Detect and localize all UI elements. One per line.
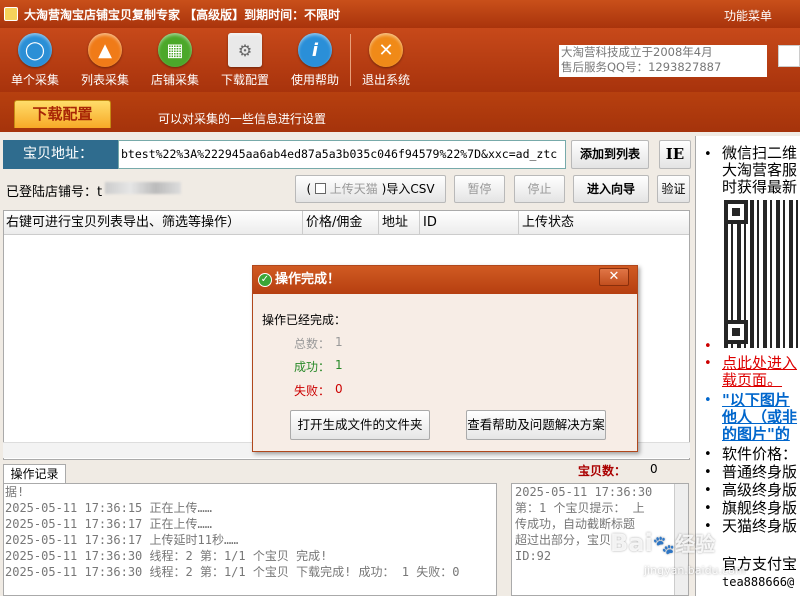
company-info: 大淘营科技成立于2008年4月 售后服务QQ号：1293827887 <box>559 45 767 77</box>
check-icon: ✓ <box>258 273 272 287</box>
item-count-value: 0 <box>650 462 658 476</box>
open-folder-button[interactable]: 打开生成文件的文件夹 <box>290 410 430 440</box>
baidu-watermark-url: jingyan.baidu.com <box>644 564 746 577</box>
verify-button[interactable]: 验证 <box>657 175 690 203</box>
list-collect-icon: ▲ <box>88 33 122 67</box>
title-bar: 大淘营淘宝店铺宝贝复制专家 【高级版】到期时间：不限时 功能菜单 <box>0 0 800 28</box>
side-info-panel: • 微信扫二维 大淘营客服 时获得最新 • • 点此处进入 载页面。 • "以下… <box>695 136 800 596</box>
wechat-qr-code <box>724 200 800 348</box>
toolbar-divider <box>350 34 351 86</box>
toolbar: ◯ 单个采集 ▲ 列表采集 ▦ 店铺采集 ⚙ 下载配置 i 使用帮助 ✕ 退出系… <box>0 28 800 92</box>
image-notice-link[interactable]: "以下图片 <box>722 392 790 409</box>
single-collect-button[interactable]: ◯ 单个采集 <box>2 33 68 88</box>
dialog-title: 操作完成！ <box>275 272 341 287</box>
column-header-title[interactable]: 右键可进行宝贝列表导出、筛选等操作） <box>4 211 303 235</box>
log-panel: 操作记录 宝贝数： 0 据! 2025-05-11 17:36:15 正在上传…… <box>0 462 690 596</box>
exit-button[interactable]: ✕ 退出系统 <box>353 33 419 88</box>
upload-tmall-checkbox[interactable] <box>314 183 326 194</box>
function-menu[interactable]: 功能菜单 <box>724 7 772 24</box>
bullet-icon: • <box>704 147 712 162</box>
download-config-button[interactable]: ⚙ 下载配置 <box>212 33 278 88</box>
dialog-message: 操作已经完成： <box>262 313 347 327</box>
ie-button[interactable]: IE <box>659 140 691 169</box>
help-icon: i <box>298 33 332 67</box>
dialog-title-bar: ✓ 操作完成！ ✕ <box>253 266 637 294</box>
total-label: 总数： <box>294 337 331 351</box>
config-description: 可以对采集的一些信息进行设置 <box>158 112 327 126</box>
tab-operation-log[interactable]: 操作记录 <box>3 464 66 484</box>
download-page-link[interactable]: 点此处进入 <box>722 355 797 372</box>
app-icon <box>4 7 18 21</box>
shop-collect-button[interactable]: ▦ 店铺采集 <box>142 33 208 88</box>
wizard-button[interactable]: 进入向导 <box>573 175 649 203</box>
price-label: 软件价格： <box>722 445 798 463</box>
total-value: 1 <box>335 335 343 349</box>
tab-download-config[interactable]: 下载配置 <box>14 100 111 128</box>
grid-header: 右键可进行宝贝列表导出、筛选等操作） 价格/佣金 地址 ID 上传状态 <box>4 211 689 235</box>
column-header-upload-status[interactable]: 上传状态 <box>520 211 689 235</box>
download-config-icon: ⚙ <box>228 33 262 67</box>
success-label: 成功： <box>294 360 331 374</box>
column-header-price[interactable]: 价格/佣金 <box>304 211 379 235</box>
shop-label: 已登陆店铺号：t <box>6 185 103 200</box>
fail-label: 失败： <box>294 384 331 398</box>
column-header-address[interactable]: 地址 <box>380 211 420 235</box>
operation-complete-dialog: ✓ 操作完成！ ✕ 操作已经完成： 总数： 1 成功： 1 失败： 0 打开生成… <box>252 265 638 452</box>
upload-import-group: ( 上传天猫 )导入CSV <box>295 175 446 203</box>
operation-log-text[interactable]: 据! 2025-05-11 17:36:15 正在上传…… 2025-05-11… <box>3 483 497 596</box>
list-collect-button[interactable]: ▲ 列表采集 <box>72 33 138 88</box>
shop-collect-icon: ▦ <box>158 33 192 67</box>
help-solutions-button[interactable]: 查看帮助及问题解决方案 <box>466 410 606 440</box>
success-value: 1 <box>335 358 343 372</box>
fail-value: 0 <box>335 382 343 396</box>
url-input[interactable]: btest%22%3A%222945aa6ab4ed87a5a3b035c046… <box>118 140 566 169</box>
single-collect-icon: ◯ <box>18 33 52 67</box>
add-to-list-button[interactable]: 添加到列表 <box>571 140 649 169</box>
help-button[interactable]: i 使用帮助 <box>282 33 348 88</box>
exit-icon: ✕ <box>369 33 403 67</box>
pause-button[interactable]: 暂停 <box>454 175 505 203</box>
shop-id-blurred <box>105 182 181 194</box>
window-title: 大淘营淘宝店铺宝贝复制专家 【高级版】到期时间：不限时 <box>24 7 341 22</box>
import-csv-button[interactable]: )导入CSV <box>382 182 435 196</box>
column-header-id[interactable]: ID <box>421 211 519 235</box>
config-bar: 下载配置 可以对采集的一些信息进行设置 <box>0 92 800 132</box>
baidu-watermark: Bai🐾经验 <box>610 529 716 557</box>
close-icon[interactable]: ✕ <box>599 268 629 286</box>
item-count-label: 宝贝数： <box>578 464 627 478</box>
ad-icon[interactable] <box>778 45 800 67</box>
stop-button[interactable]: 停止 <box>514 175 565 203</box>
url-label: 宝贝地址： <box>3 140 119 169</box>
